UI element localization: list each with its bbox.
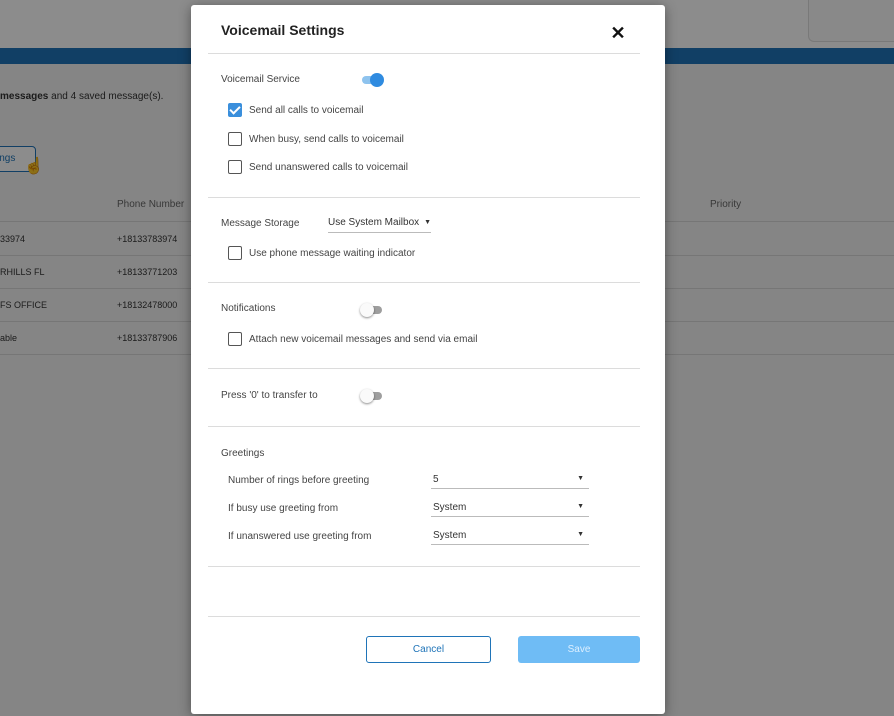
rings-select[interactable]: 5 ▼	[431, 472, 589, 489]
divider	[208, 53, 640, 54]
divider	[208, 616, 640, 617]
divider	[208, 566, 640, 567]
cancel-button[interactable]: Cancel	[366, 636, 491, 663]
save-button[interactable]: Save	[518, 636, 640, 663]
unanswered-calls-checkbox[interactable]: Send unanswered calls to voicemail	[228, 159, 408, 175]
greetings-label: Greetings	[221, 448, 265, 459]
busy-greeting-select[interactable]: System ▼	[431, 500, 589, 517]
notifications-label: Notifications	[221, 303, 276, 314]
dialog-title: Voicemail Settings	[221, 22, 345, 38]
chevron-down-icon: ▼	[577, 503, 584, 510]
attach-voicemail-checkbox[interactable]: Attach new voicemail messages and send v…	[228, 331, 477, 347]
chevron-down-icon: ▼	[577, 531, 584, 538]
notifications-toggle[interactable]	[360, 303, 384, 317]
send-all-calls-checkbox[interactable]: Send all calls to voicemail	[228, 102, 364, 118]
voicemail-service-label: Voicemail Service	[221, 74, 300, 85]
waiting-indicator-checkbox[interactable]: Use phone message waiting indicator	[228, 245, 415, 261]
chevron-down-icon: ▼	[577, 475, 584, 482]
divider	[208, 282, 640, 283]
rings-label: Number of rings before greeting	[228, 475, 370, 486]
voicemail-settings-dialog: Voicemail Settings ✕ Voicemail Service S…	[191, 5, 665, 714]
divider	[208, 368, 640, 369]
voicemail-service-toggle[interactable]	[360, 73, 384, 87]
unanswered-greeting-label: If unanswered use greeting from	[228, 531, 372, 542]
check-icon	[228, 103, 242, 117]
when-busy-checkbox[interactable]: When busy, send calls to voicemail	[228, 131, 404, 147]
unanswered-greeting-select[interactable]: System ▼	[431, 528, 589, 545]
transfer-label: Press '0' to transfer to	[221, 390, 318, 401]
busy-greeting-label: If busy use greeting from	[228, 503, 339, 514]
message-storage-label: Message Storage	[221, 218, 300, 229]
chevron-down-icon: ▼	[424, 219, 432, 226]
divider	[208, 426, 640, 427]
transfer-toggle[interactable]	[360, 389, 384, 403]
divider	[208, 197, 640, 198]
message-storage-select[interactable]: Use System Mailbox ▼	[328, 217, 432, 233]
close-icon[interactable]: ✕	[609, 24, 627, 42]
